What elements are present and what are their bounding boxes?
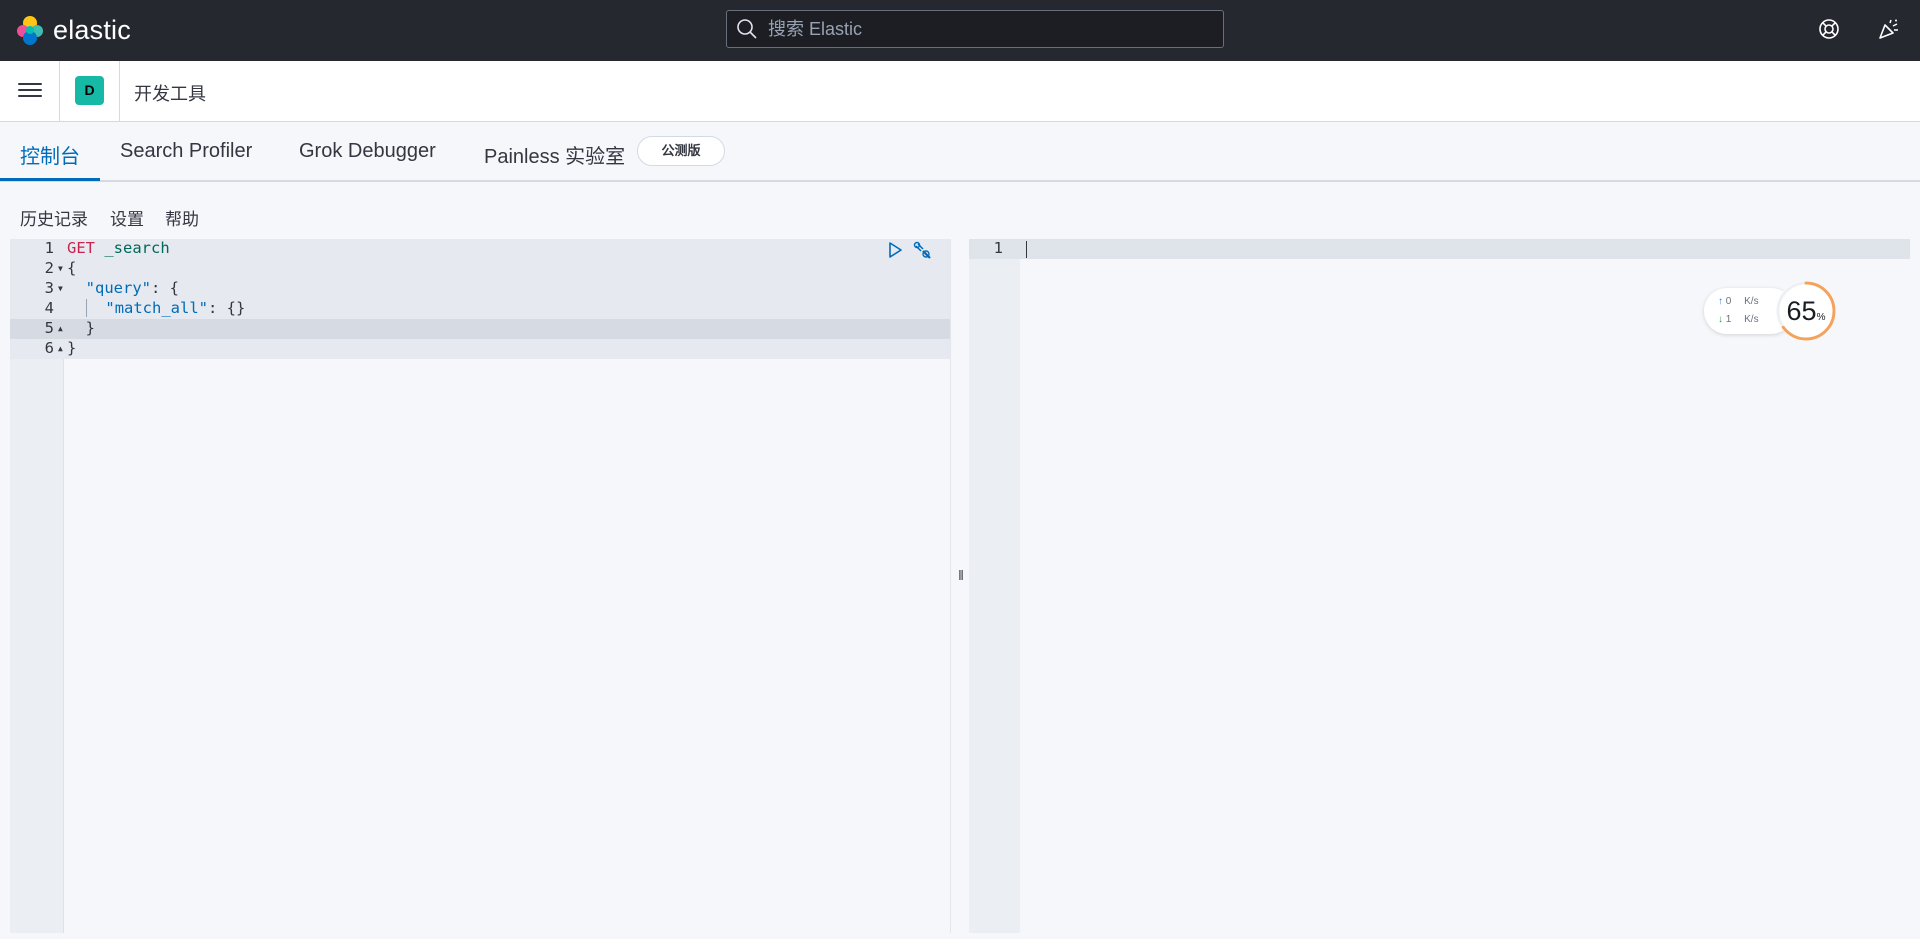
line-number: 1: [44, 239, 54, 257]
line-number: 4: [44, 299, 54, 317]
request-actions: [887, 241, 933, 261]
tab-grok-debugger[interactable]: Grok Debugger: [299, 140, 436, 163]
line-number: 5: [44, 319, 54, 337]
http-method: GET: [67, 239, 95, 257]
console-editors: 1 2 3 4 5 6 ▼ ▼ ▲ ▲ GET _search { "query…: [0, 237, 1920, 939]
download-speed: ↓ 1 K/s: [1718, 314, 1759, 325]
breadcrumb-dev-tools: 开发工具: [134, 84, 206, 104]
brand-name: elastic: [53, 14, 131, 45]
active-tab-indicator: [0, 178, 100, 181]
divider: [119, 61, 120, 121]
fold-toggle-icon[interactable]: ▼: [58, 264, 63, 273]
tab-painless-lab[interactable]: Painless 实验室: [484, 140, 625, 169]
send-request-play-icon[interactable]: [887, 241, 903, 259]
fold-toggle-icon[interactable]: ▼: [58, 284, 63, 293]
code-line-4: "match_all": {}: [67, 299, 245, 317]
upload-arrow-icon: ↑: [1718, 296, 1723, 307]
code-line-6: }: [67, 339, 77, 357]
json-punct: : {}: [208, 299, 246, 317]
request-path: _search: [104, 239, 170, 257]
json-key: "query": [85, 279, 151, 297]
console-menu: 历史记录 设置 帮助: [0, 182, 1920, 237]
request-editor[interactable]: 1 2 3 4 5 6 ▼ ▼ ▲ ▲ GET _search { "query…: [10, 239, 951, 933]
breadcrumb-bar: D 开发工具: [0, 61, 1920, 122]
menu-help[interactable]: 帮助: [165, 205, 199, 230]
cpu-usage-gauge[interactable]: 65%: [1774, 279, 1838, 343]
upload-speed: ↑ 0 K/s: [1718, 296, 1759, 307]
active-line-highlight: [10, 319, 950, 339]
json-key: "match_all": [105, 299, 209, 317]
top-header: elastic: [0, 0, 1920, 61]
wrench-settings-icon[interactable]: [913, 241, 933, 261]
pane-resize-handle[interactable]: ‖: [955, 567, 967, 583]
json-punct: : {: [151, 279, 179, 297]
search-input[interactable]: [766, 17, 1210, 41]
menu-history[interactable]: 历史记录: [20, 205, 88, 230]
code-line-5: }: [85, 319, 96, 337]
divider: [59, 61, 60, 121]
line-number: 6: [44, 339, 54, 357]
beta-badge: 公测版: [637, 136, 725, 166]
active-line-highlight: [969, 239, 1910, 259]
newsfeed-icon[interactable]: [1877, 17, 1903, 43]
code-line-2: {: [67, 259, 77, 277]
space-avatar[interactable]: D: [75, 76, 104, 105]
response-editor[interactable]: 1: [969, 239, 1910, 933]
tab-console[interactable]: 控制台: [20, 140, 80, 169]
help-icon[interactable]: [1817, 17, 1843, 43]
elastic-logo[interactable]: elastic: [14, 14, 131, 46]
line-number: 3: [44, 279, 54, 297]
code-line-3: "query": {: [67, 279, 179, 297]
cpu-percent-label: 65%: [1786, 296, 1826, 326]
global-search[interactable]: [726, 10, 1224, 48]
menu-settings[interactable]: 设置: [110, 205, 144, 230]
hamburger-menu-icon[interactable]: [18, 79, 42, 103]
devtools-tabs: 控制台 Search Profiler Grok Debugger Painle…: [0, 122, 1920, 182]
line-number: 2: [44, 259, 54, 277]
line-number: 1: [993, 239, 1003, 257]
code-line-1: GET _search: [67, 239, 170, 257]
fold-toggle-icon[interactable]: ▲: [58, 344, 63, 353]
elastic-cluster-icon: [17, 16, 43, 45]
download-arrow-icon: ↓: [1718, 314, 1723, 325]
search-icon: [737, 19, 757, 39]
tab-search-profiler[interactable]: Search Profiler: [120, 140, 252, 163]
fold-toggle-icon[interactable]: ▲: [58, 324, 63, 333]
text-cursor: [1026, 241, 1027, 258]
response-gutter: [969, 239, 1020, 933]
